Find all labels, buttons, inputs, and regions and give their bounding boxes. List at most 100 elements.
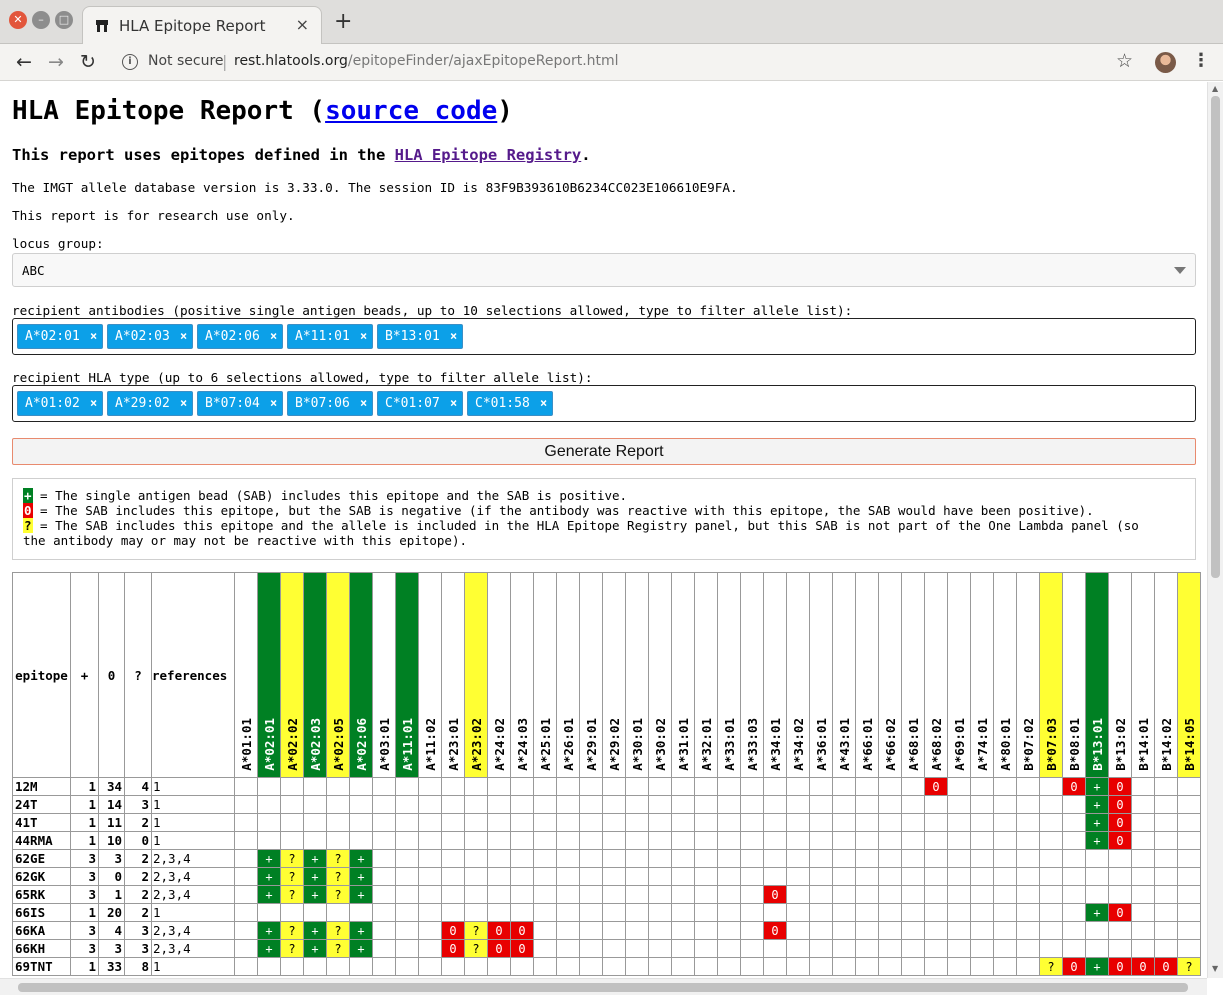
result-cell: + [1085,813,1109,832]
tab-close-icon[interactable]: × [296,15,309,34]
zero-count-cell: 20 [98,903,125,922]
empty-cell [418,885,442,904]
empty-cell [740,813,764,832]
remove-chip-icon[interactable]: × [180,396,187,410]
allele-column-header: B*14:01 [1131,572,1155,778]
empty-cell [694,849,718,868]
empty-cell [556,939,580,958]
remove-chip-icon[interactable]: × [90,396,97,410]
hla-type-chip[interactable]: C*01:07 × [377,391,463,416]
close-icon[interactable]: ✕ [9,11,27,29]
remove-chip-icon[interactable]: × [270,329,277,343]
horizontal-scrollbar[interactable] [0,978,1207,995]
empty-cell [372,831,396,850]
result-cell: + [1085,903,1109,922]
antibody-chip[interactable]: A*11:01 × [287,324,373,349]
empty-cell [1016,903,1040,922]
info-icon[interactable]: i [122,54,138,70]
generate-report-button[interactable]: Generate Report [12,438,1196,465]
antibody-chip[interactable]: A*02:06 × [197,324,283,349]
new-tab-button[interactable]: + [334,11,352,33]
hla-type-input[interactable]: A*01:02 × A*29:02 × B*07:04 × B*07:06 × C*01:07 ×… [12,385,1196,422]
address-bar[interactable]: rest.hlatools.org/epitopeFinder/ajaxEpit… [234,53,619,69]
antibody-chip[interactable]: B*13:01 × [377,324,463,349]
empty-cell [1085,939,1109,958]
remove-chip-icon[interactable]: × [180,329,187,343]
security-status[interactable]: Not secure [148,53,224,69]
antibody-chip[interactable]: A*02:03 × [107,324,193,349]
source-code-link[interactable]: source code [325,96,497,126]
empty-cell [395,813,419,832]
remove-chip-icon[interactable]: × [540,396,547,410]
plus-count-cell: 1 [70,777,99,796]
epitope-cell: 65RK [12,885,71,904]
back-arrow-icon[interactable]: ← [16,51,32,73]
hla-type-chip[interactable]: A*01:02 × [17,391,103,416]
antibody-chip[interactable]: A*02:01 × [17,324,103,349]
allele-label: A*31:01 [675,718,691,771]
hla-type-chip-label: C*01:07 [385,396,440,411]
result-cell: 0 [487,921,511,940]
locus-value: ABC [22,263,45,278]
empty-cell [1131,777,1155,796]
result-cell: + [257,867,281,886]
remove-chip-icon[interactable]: × [360,396,367,410]
vertical-scroll-thumb[interactable] [1211,96,1220,578]
forward-arrow-icon[interactable]: → [48,51,64,73]
antibodies-input[interactable]: A*02:01 × A*02:03 × A*02:06 × A*11:01 × B*13:01 × [12,318,1196,355]
empty-cell [671,777,695,796]
hla-type-chip-label: C*01:58 [475,396,530,411]
star-icon[interactable]: ☆ [1116,50,1133,72]
empty-cell [464,777,488,796]
empty-cell [441,777,465,796]
hla-type-chip[interactable]: A*29:02 × [107,391,193,416]
empty-cell [533,831,557,850]
minimize-icon[interactable]: – [32,11,50,29]
remove-chip-icon[interactable]: × [360,329,367,343]
empty-cell [809,903,833,922]
remove-chip-icon[interactable]: × [90,329,97,343]
empty-cell [763,957,787,976]
empty-cell [602,885,626,904]
scroll-up-arrow-icon[interactable]: ▲ [1212,84,1218,93]
hla-type-chip[interactable]: C*01:58 × [467,391,553,416]
empty-cell [694,957,718,976]
horizontal-scroll-thumb[interactable] [18,983,1188,992]
empty-cell [878,813,902,832]
empty-cell [579,957,603,976]
empty-cell [395,795,419,814]
result-cell: 0 [487,939,511,958]
empty-cell [1131,885,1155,904]
vertical-scrollbar[interactable]: ▲ ▼ [1207,82,1223,978]
kebab-menu-icon[interactable]: ⋮ [1192,50,1210,71]
hla-type-chip[interactable]: B*07:04 × [197,391,283,416]
empty-cell [556,903,580,922]
remove-chip-icon[interactable]: × [270,396,277,410]
table-row: 12M 1 34 4 1 0 0 +0 [12,777,1201,796]
remove-chip-icon[interactable]: × [450,329,457,343]
allele-label: A*11:01 [399,718,415,771]
browser-tab[interactable]: HLA Epitope Report × [82,6,322,44]
reload-icon[interactable]: ↻ [80,51,96,73]
scroll-down-arrow-icon[interactable]: ▼ [1212,964,1218,973]
maximize-icon[interactable]: □ [55,11,73,29]
locus-select[interactable]: ABC [12,253,1196,287]
allele-label: B*08:01 [1066,718,1082,771]
empty-cell [970,831,994,850]
empty-cell [1131,939,1155,958]
empty-cell [533,813,557,832]
plus-count-cell: 3 [70,849,99,868]
remove-chip-icon[interactable]: × [450,396,457,410]
epitope-registry-link[interactable]: HLA Epitope Registry [395,146,582,164]
allele-column-header: A*23:02 [464,572,488,778]
empty-cell [740,831,764,850]
result-cell: 0 [1062,777,1086,796]
result-cell: + [303,849,327,868]
empty-cell [1177,885,1201,904]
allele-column-header: A*32:01 [694,572,718,778]
avatar[interactable] [1155,52,1176,73]
empty-cell [395,921,419,940]
empty-cell [418,831,442,850]
empty-cell [809,849,833,868]
hla-type-chip[interactable]: B*07:06 × [287,391,373,416]
